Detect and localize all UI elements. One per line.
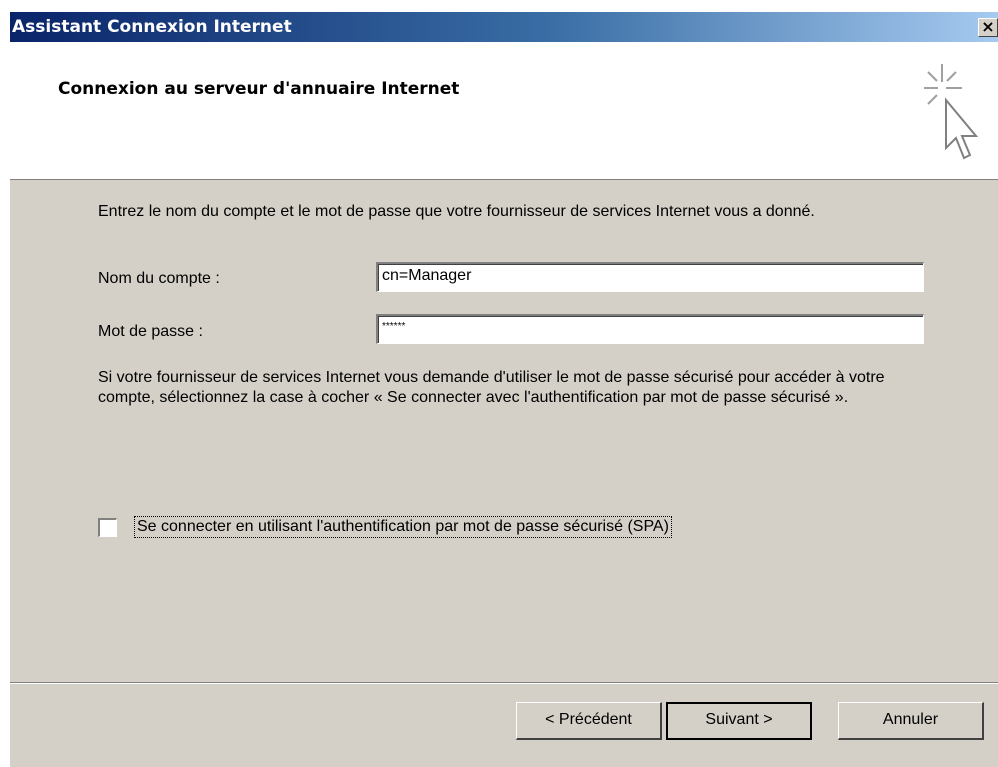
page-title: Connexion au serveur d'annuaire Internet: [58, 79, 460, 99]
password-label: Mot de passe :: [98, 323, 203, 340]
wizard-header: Connexion au serveur d'annuaire Internet: [10, 42, 998, 180]
button-separator: [10, 682, 998, 684]
account-name-input[interactable]: cn=Manager: [376, 262, 924, 292]
spa-checkbox[interactable]: [98, 518, 117, 537]
account-name-label: Nom du compte :: [98, 270, 220, 287]
wizard-cursor-sparkle-icon: [924, 64, 979, 160]
window-title: Assistant Connexion Internet: [12, 17, 292, 37]
spa-checkbox-label[interactable]: Se connecter en utilisant l'authentifica…: [134, 516, 672, 538]
close-button[interactable]: ×: [978, 18, 998, 37]
title-bar[interactable]: Assistant Connexion Internet ×: [10, 12, 998, 42]
wizard-window: Assistant Connexion Internet × Connexion…: [10, 12, 998, 767]
next-button[interactable]: Suivant >: [666, 702, 812, 740]
close-icon: ×: [981, 17, 995, 36]
password-input[interactable]: ******: [376, 314, 924, 344]
spa-info-text: Si votre fournisseur de services Interne…: [98, 369, 885, 406]
intro-text: Entrez le nom du compte et le mot de pas…: [98, 203, 815, 220]
cancel-button[interactable]: Annuler: [838, 702, 984, 740]
back-button[interactable]: < Précédent: [516, 702, 662, 740]
